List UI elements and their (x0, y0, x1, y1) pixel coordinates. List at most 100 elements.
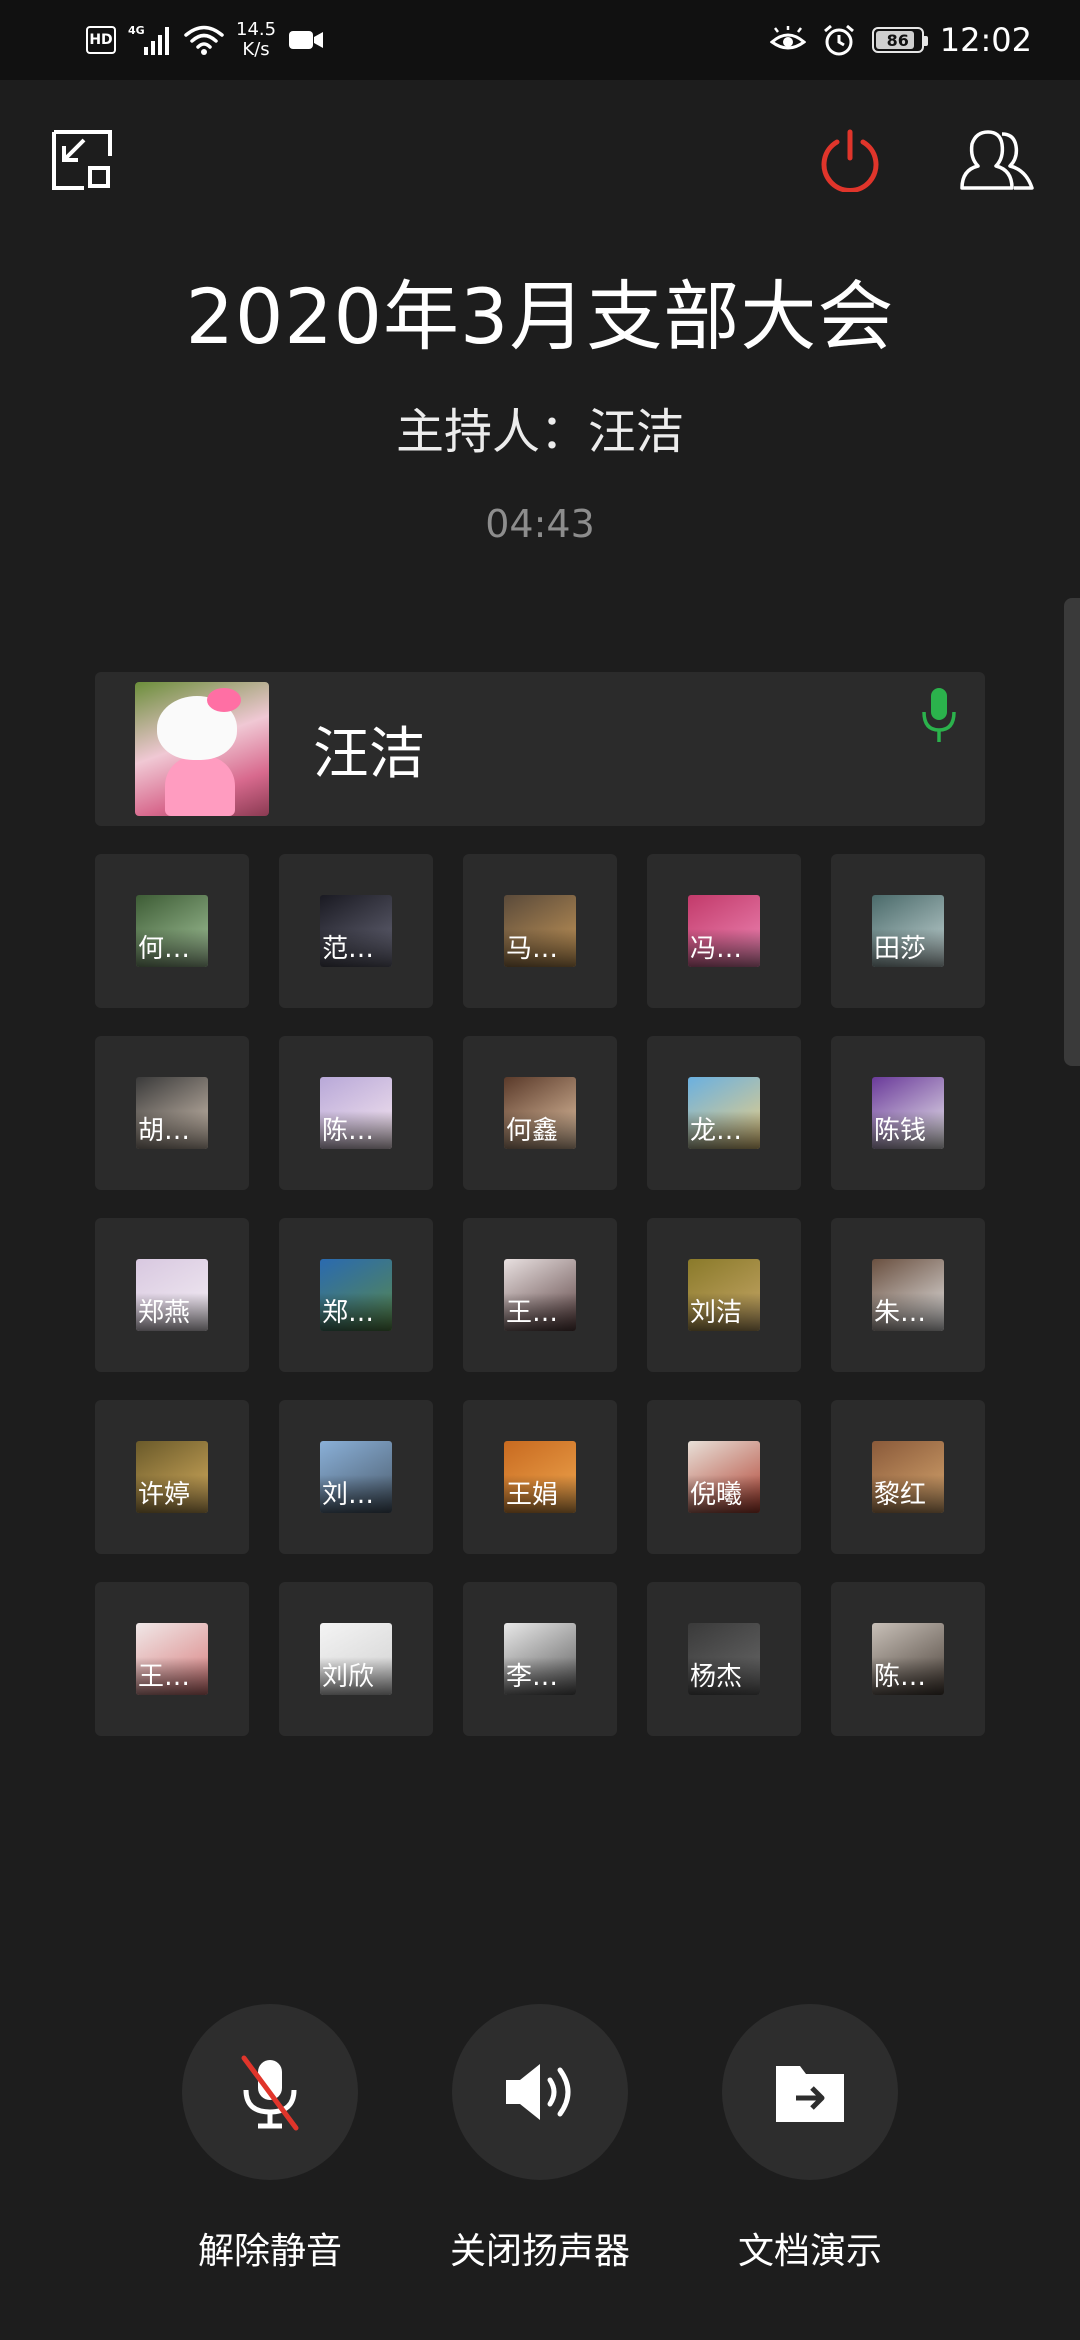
active-speaker-card[interactable]: 汪洁 (95, 672, 985, 826)
participant-name: 冯… (690, 934, 743, 964)
participant-tile[interactable]: 黎红 (831, 1400, 985, 1554)
participant-name: 何… (138, 934, 191, 964)
participant-tile[interactable]: 胡… (95, 1036, 249, 1190)
participant-tile[interactable]: 王娟 (463, 1400, 617, 1554)
participant-name: 陈… (874, 1662, 927, 1692)
participant-name: 黎红 (874, 1480, 927, 1510)
participant-avatar: 陈… (872, 1623, 944, 1695)
participant-tile[interactable]: 刘… (279, 1400, 433, 1554)
participant-name: 李… (506, 1662, 559, 1692)
participant-tile[interactable]: 陈… (279, 1036, 433, 1190)
status-bar: HD 4G 14.5 K/s 86 12:02 (0, 0, 1080, 80)
microphone-active-icon (922, 688, 956, 742)
unmute-button[interactable] (182, 2004, 358, 2180)
wifi-icon (184, 25, 224, 55)
participant-avatar: 陈钱 (872, 1077, 944, 1149)
participant-tile[interactable]: 朱… (831, 1218, 985, 1372)
participant-tile[interactable]: 陈钱 (831, 1036, 985, 1190)
status-bar-left: HD 4G 14.5 K/s (86, 14, 324, 66)
participant-tile[interactable]: 田莎 (831, 854, 985, 1008)
participant-name: 陈… (322, 1116, 375, 1146)
participant-name: 刘… (322, 1480, 375, 1510)
participant-avatar: 马… (504, 895, 576, 967)
avatar-figure-bow (207, 688, 241, 712)
network-speed-unit: K/s (242, 39, 270, 60)
speaker-toggle-button[interactable] (452, 2004, 628, 2180)
network-speed-value: 14.5 (236, 19, 277, 40)
speaker-name: 汪洁 (313, 721, 425, 787)
participant-tile[interactable]: 郑燕 (95, 1218, 249, 1372)
participant-avatar: 刘欣 (320, 1623, 392, 1695)
participant-tile[interactable]: 郑… (279, 1218, 433, 1372)
minimize-window-button[interactable] (50, 128, 114, 192)
power-icon (821, 129, 879, 193)
participant-name: 朱… (874, 1298, 927, 1328)
participant-name: 郑… (322, 1298, 375, 1328)
participant-avatar: 杨杰 (688, 1623, 760, 1695)
participant-avatar: 范… (320, 895, 392, 967)
participant-name: 陈钱 (874, 1116, 927, 1146)
alarm-icon (823, 24, 854, 56)
speaker-toggle-label: 关闭扬声器 (449, 2231, 630, 2272)
participant-avatar: 许婷 (136, 1441, 208, 1513)
participant-avatar: 郑燕 (136, 1259, 208, 1331)
minimize-window-icon (52, 130, 112, 190)
participant-name: 范… (322, 934, 375, 964)
participant-tile[interactable]: 许婷 (95, 1400, 249, 1554)
participant-avatar: 胡… (136, 1077, 208, 1149)
video-recording-icon (289, 31, 324, 49)
participant-tile[interactable]: 刘洁 (647, 1218, 801, 1372)
participant-tile[interactable]: 李… (463, 1582, 617, 1736)
participant-tile[interactable]: 龙… (647, 1036, 801, 1190)
participant-tile[interactable]: 倪曦 (647, 1400, 801, 1554)
document-present-button[interactable] (722, 2004, 898, 2180)
participant-grid: 何… 范… 马… 冯… 田莎胡… 陈… 何鑫 龙… 陈钱郑燕 郑… 王… 刘洁 朱… 许婷 刘… 王娟 倪曦 黎红… (95, 854, 985, 1736)
participant-tile[interactable]: 杨杰 (647, 1582, 801, 1736)
clock: 12:02 (939, 21, 1032, 59)
participant-tile[interactable]: 何鑫 (463, 1036, 617, 1190)
participant-tile[interactable]: 马… (463, 854, 617, 1008)
battery-level: 86 (886, 30, 909, 50)
participant-avatar: 何… (136, 895, 208, 967)
participant-name: 龙… (690, 1116, 743, 1146)
participant-tile[interactable]: 刘欣 (279, 1582, 433, 1736)
participant-name: 田莎 (874, 934, 927, 964)
participant-tile[interactable]: 范… (279, 854, 433, 1008)
participant-name: 杨杰 (690, 1662, 743, 1692)
participant-avatar: 冯… (688, 895, 760, 967)
speaker-avatar (135, 682, 269, 816)
participants-button[interactable] (958, 128, 1038, 192)
participant-avatar: 陈… (320, 1077, 392, 1149)
document-share-icon (776, 2066, 844, 2122)
participant-name: 刘洁 (690, 1298, 743, 1328)
participant-name: 许婷 (138, 1480, 191, 1510)
avatar-figure-body (165, 756, 235, 816)
participant-avatar: 倪曦 (688, 1441, 760, 1513)
participant-name: 王娟 (506, 1480, 559, 1510)
scrollbar[interactable] (1064, 598, 1080, 1066)
network-type: 4G (128, 24, 145, 37)
participant-avatar: 黎红 (872, 1441, 944, 1513)
participant-avatar: 李… (504, 1623, 576, 1695)
participant-avatar: 田莎 (872, 895, 944, 967)
participant-tile[interactable]: 王… (463, 1218, 617, 1372)
participant-tile[interactable]: 王… (95, 1582, 249, 1736)
end-meeting-button[interactable] (818, 128, 882, 193)
meeting-title: 2020年3月支部大会 (185, 272, 895, 361)
network-speed: 14.5 K/s (236, 20, 276, 60)
participant-name: 马… (506, 934, 559, 964)
participant-tile[interactable]: 冯… (647, 854, 801, 1008)
participant-tile[interactable]: 何… (95, 854, 249, 1008)
participant-avatar: 郑… (320, 1259, 392, 1331)
participant-avatar: 朱… (872, 1259, 944, 1331)
participant-avatar: 何鑫 (504, 1077, 576, 1149)
participant-tile[interactable]: 陈… (831, 1582, 985, 1736)
participant-avatar: 王… (504, 1259, 576, 1331)
participant-name: 郑燕 (138, 1298, 191, 1328)
participant-avatar: 刘洁 (688, 1259, 760, 1331)
document-present-label: 文档演示 (737, 2231, 882, 2272)
participants-icon (960, 130, 1034, 190)
participant-avatar: 龙… (688, 1077, 760, 1149)
status-bar-right: 86 12:02 (769, 14, 1032, 66)
participant-name: 胡… (138, 1116, 191, 1146)
